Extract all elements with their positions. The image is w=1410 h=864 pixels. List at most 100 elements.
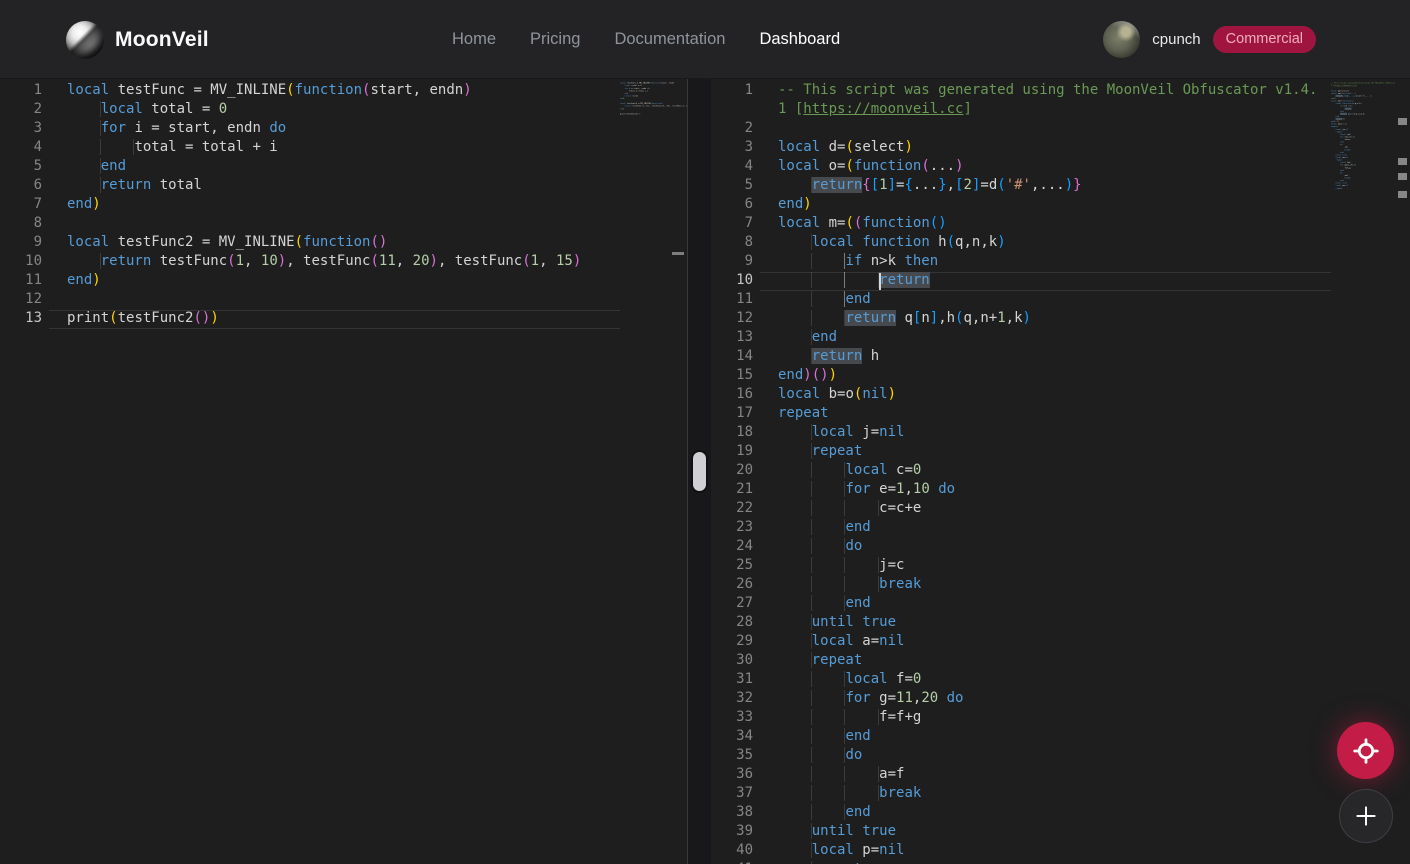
code-line[interactable]: 1 [https://moonveil.cc] [711, 101, 1331, 120]
code-line[interactable]: 27 end [711, 595, 1331, 614]
code-line[interactable]: 8 [0, 215, 620, 234]
line-number: 3 [0, 120, 42, 139]
code-line[interactable]: 9local testFunc2 = MV_INLINE(function() [0, 234, 620, 253]
code-line[interactable]: 4 total = total + i [0, 139, 620, 158]
logo-link[interactable]: MoonVeil [66, 0, 209, 79]
output-code-area[interactable]: 1-- This script was generated using the … [711, 82, 1331, 864]
code-line[interactable]: 28 until true [711, 614, 1331, 633]
code-line[interactable]: 10 return testFunc(1, 10), testFunc(11, … [0, 253, 620, 272]
code-line[interactable]: 34 end [711, 728, 1331, 747]
code-line[interactable]: 13print(testFunc2()) [620, 113, 629, 116]
code-line[interactable]: 40 local p=nil [711, 842, 1331, 861]
nav-link-dashboard[interactable]: Dashboard [759, 30, 840, 49]
code-line[interactable]: 5 end [0, 158, 620, 177]
code-line[interactable]: 6end) [711, 196, 1331, 215]
line-number: 4 [711, 158, 753, 177]
code-line[interactable]: 3 for i = start, endn do [0, 120, 620, 139]
code-line[interactable]: 10 return [711, 272, 1331, 291]
panel-divider [688, 79, 711, 864]
code-line[interactable]: 41 repeat [1331, 187, 1340, 190]
line-number: 27 [711, 595, 753, 614]
line-number: 25 [711, 557, 753, 576]
code-line[interactable]: 35 do [711, 747, 1331, 766]
code-line[interactable]: 12 return q[n],h(q,n+1,k) [711, 310, 1331, 329]
code-line[interactable]: 38 end [711, 804, 1331, 823]
code-line[interactable]: 13print(testFunc2()) [0, 310, 620, 329]
line-number: 30 [711, 652, 753, 671]
code-line[interactable]: 7end) [0, 196, 620, 215]
code-line[interactable]: 39 until true [711, 823, 1331, 842]
code-line[interactable]: 8 local function h(q,n,k) [711, 234, 1331, 253]
line-number: 12 [711, 310, 753, 329]
line-number: 11 [711, 291, 753, 310]
code-line[interactable]: 16local b=o(nil) [711, 386, 1331, 405]
code-line[interactable]: 12 [0, 291, 620, 310]
code-line[interactable]: 4local o=(function(...) [711, 158, 1331, 177]
code-line[interactable]: 29 local a=nil [711, 633, 1331, 652]
code-line[interactable]: 36 a=f [711, 766, 1331, 785]
panel-resize-handle[interactable] [693, 452, 706, 491]
code-line[interactable]: 1-- This script was generated using the … [711, 82, 1331, 101]
locate-button[interactable] [1337, 722, 1394, 779]
line-number: 14 [711, 348, 753, 367]
code-line[interactable]: 33 f=f+g [711, 709, 1331, 728]
code-line[interactable]: 30 repeat [711, 652, 1331, 671]
code-line[interactable]: 1local testFunc = MV_INLINE(function(sta… [0, 82, 620, 101]
line-number [711, 101, 753, 120]
code-line[interactable]: 14 return h [711, 348, 1331, 367]
code-line[interactable]: 22 c=c+e [711, 500, 1331, 519]
nav-link-home[interactable]: Home [452, 30, 496, 49]
code-line[interactable]: 20 local c=0 [711, 462, 1331, 481]
line-number: 23 [711, 519, 753, 538]
line-number: 5 [711, 177, 753, 196]
line-number: 29 [711, 633, 753, 652]
line-number: 6 [711, 196, 753, 215]
user-menu[interactable]: cpunch Commercial [1103, 0, 1316, 79]
code-line[interactable]: 9 if n>k then [711, 253, 1331, 272]
brand-title: MoonVeil [115, 28, 209, 52]
source-minimap[interactable]: 1local testFunc = MV_INLINE(function(sta… [620, 82, 688, 142]
line-number: 33 [711, 709, 753, 728]
code-line[interactable]: 18 local j=nil [711, 424, 1331, 443]
username: cpunch [1152, 31, 1200, 48]
code-line[interactable]: 37 break [711, 785, 1331, 804]
code-line[interactable]: 19 repeat [711, 443, 1331, 462]
code-line[interactable]: 7local m=((function() [711, 215, 1331, 234]
output-minimap[interactable]: 1-- This script was generated using the … [1331, 82, 1395, 382]
code-line[interactable]: 11end) [0, 272, 620, 291]
code-line[interactable]: 21 for e=1,10 do [711, 481, 1331, 500]
line-number: 21 [711, 481, 753, 500]
line-number: 22 [711, 500, 753, 519]
code-line[interactable]: 6 return total [0, 177, 620, 196]
add-button[interactable] [1339, 789, 1393, 843]
code-line[interactable]: 3local d=(select) [711, 139, 1331, 158]
code-line[interactable]: 24 do [711, 538, 1331, 557]
source-editor[interactable]: 1local testFunc = MV_INLINE(function(sta… [0, 79, 688, 864]
code-line[interactable]: 23 end [711, 519, 1331, 538]
code-line[interactable]: 13 end [711, 329, 1331, 348]
editor-workspace: 1local testFunc = MV_INLINE(function(sta… [0, 79, 1410, 864]
overview-cursor-mark [672, 252, 684, 255]
output-editor[interactable]: 1-- This script was generated using the … [711, 79, 1410, 864]
nav-link-documentation[interactable]: Documentation [614, 30, 725, 49]
ruler-mark [1398, 158, 1407, 165]
avatar[interactable] [1103, 21, 1140, 58]
code-line[interactable]: 17repeat [711, 405, 1331, 424]
nav-link-pricing[interactable]: Pricing [530, 30, 580, 49]
code-line[interactable]: 26 break [711, 576, 1331, 595]
code-line[interactable]: 11 end [711, 291, 1331, 310]
code-line[interactable]: 5 return{[1]={...},[2]=d('#',...)} [711, 177, 1331, 196]
code-line[interactable]: 15end)()) [711, 367, 1331, 386]
line-number: 13 [0, 310, 42, 329]
line-number: 8 [0, 215, 42, 234]
code-line[interactable]: 25 j=c [711, 557, 1331, 576]
source-code-area[interactable]: 1local testFunc = MV_INLINE(function(sta… [0, 82, 620, 329]
code-line[interactable]: 31 local f=0 [711, 671, 1331, 690]
code-line[interactable]: 2 [711, 120, 1331, 139]
line-number: 35 [711, 747, 753, 766]
line-number: 32 [711, 690, 753, 709]
line-number: 4 [0, 139, 42, 158]
line-number: 37 [711, 785, 753, 804]
code-line[interactable]: 32 for g=11,20 do [711, 690, 1331, 709]
code-line[interactable]: 2 local total = 0 [0, 101, 620, 120]
